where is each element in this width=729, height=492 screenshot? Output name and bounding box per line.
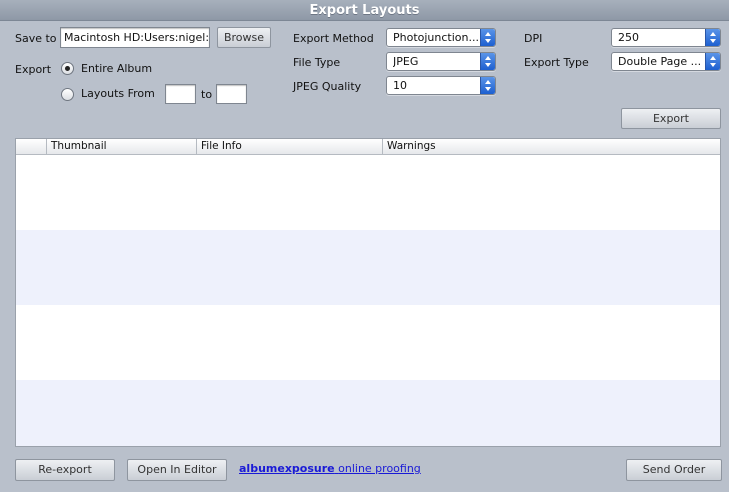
export-type-select[interactable]: Double Page ... xyxy=(611,52,721,71)
layouts-to-input[interactable] xyxy=(216,84,247,104)
file-type-label: File Type xyxy=(293,56,341,69)
export-button[interactable]: Export xyxy=(621,108,721,129)
file-type-select[interactable]: JPEG xyxy=(386,52,496,71)
reexport-button[interactable]: Re-export xyxy=(15,459,115,481)
table-row[interactable] xyxy=(16,380,720,446)
select-arrows-icon xyxy=(480,53,495,70)
select-arrows-icon xyxy=(480,29,495,46)
entire-album-radio[interactable] xyxy=(61,62,74,75)
table-row[interactable] xyxy=(16,230,720,305)
table-row[interactable] xyxy=(16,305,720,380)
column-header-file-info[interactable]: File Info xyxy=(196,139,382,154)
export-method-select[interactable]: Photojunction... xyxy=(386,28,496,47)
jpeg-quality-label: JPEG Quality xyxy=(293,80,362,93)
jpeg-quality-select[interactable]: 10 xyxy=(386,76,496,95)
send-order-button[interactable]: Send Order xyxy=(626,459,722,481)
column-header-thumbnail[interactable]: Thumbnail xyxy=(46,139,196,154)
open-in-editor-button[interactable]: Open In Editor xyxy=(127,459,227,481)
column-header-select[interactable] xyxy=(16,139,46,154)
entire-album-label: Entire Album xyxy=(81,62,153,75)
albumexposure-brand: albumexposure xyxy=(239,462,335,475)
dpi-label: DPI xyxy=(524,32,543,45)
select-arrows-icon xyxy=(705,53,720,70)
column-header-warnings[interactable]: Warnings xyxy=(382,139,720,154)
table-row[interactable] xyxy=(16,155,720,230)
layouts-to-label: to xyxy=(201,88,213,101)
online-proofing-text: online proofing xyxy=(338,462,421,475)
save-to-label: Save to xyxy=(15,32,57,45)
layouts-from-label: Layouts From xyxy=(81,87,155,100)
layouts-from-input[interactable] xyxy=(165,84,196,104)
dpi-select[interactable]: 250 xyxy=(611,28,721,47)
online-proofing-link[interactable]: albumexposure online proofing xyxy=(239,462,421,475)
window-title: Export Layouts xyxy=(0,0,729,21)
select-arrows-icon xyxy=(480,77,495,94)
save-path-field[interactable]: Macintosh HD:Users:nigel:De xyxy=(60,27,210,48)
browse-button[interactable]: Browse xyxy=(217,27,271,48)
export-type-label: Export Type xyxy=(524,56,589,69)
layouts-from-radio[interactable] xyxy=(61,88,74,101)
export-method-label: Export Method xyxy=(293,32,374,45)
select-arrows-icon xyxy=(705,29,720,46)
export-results-table[interactable]: Thumbnail File Info Warnings xyxy=(15,138,721,447)
export-scope-label: Export xyxy=(15,63,52,76)
table-header: Thumbnail File Info Warnings xyxy=(16,139,720,155)
